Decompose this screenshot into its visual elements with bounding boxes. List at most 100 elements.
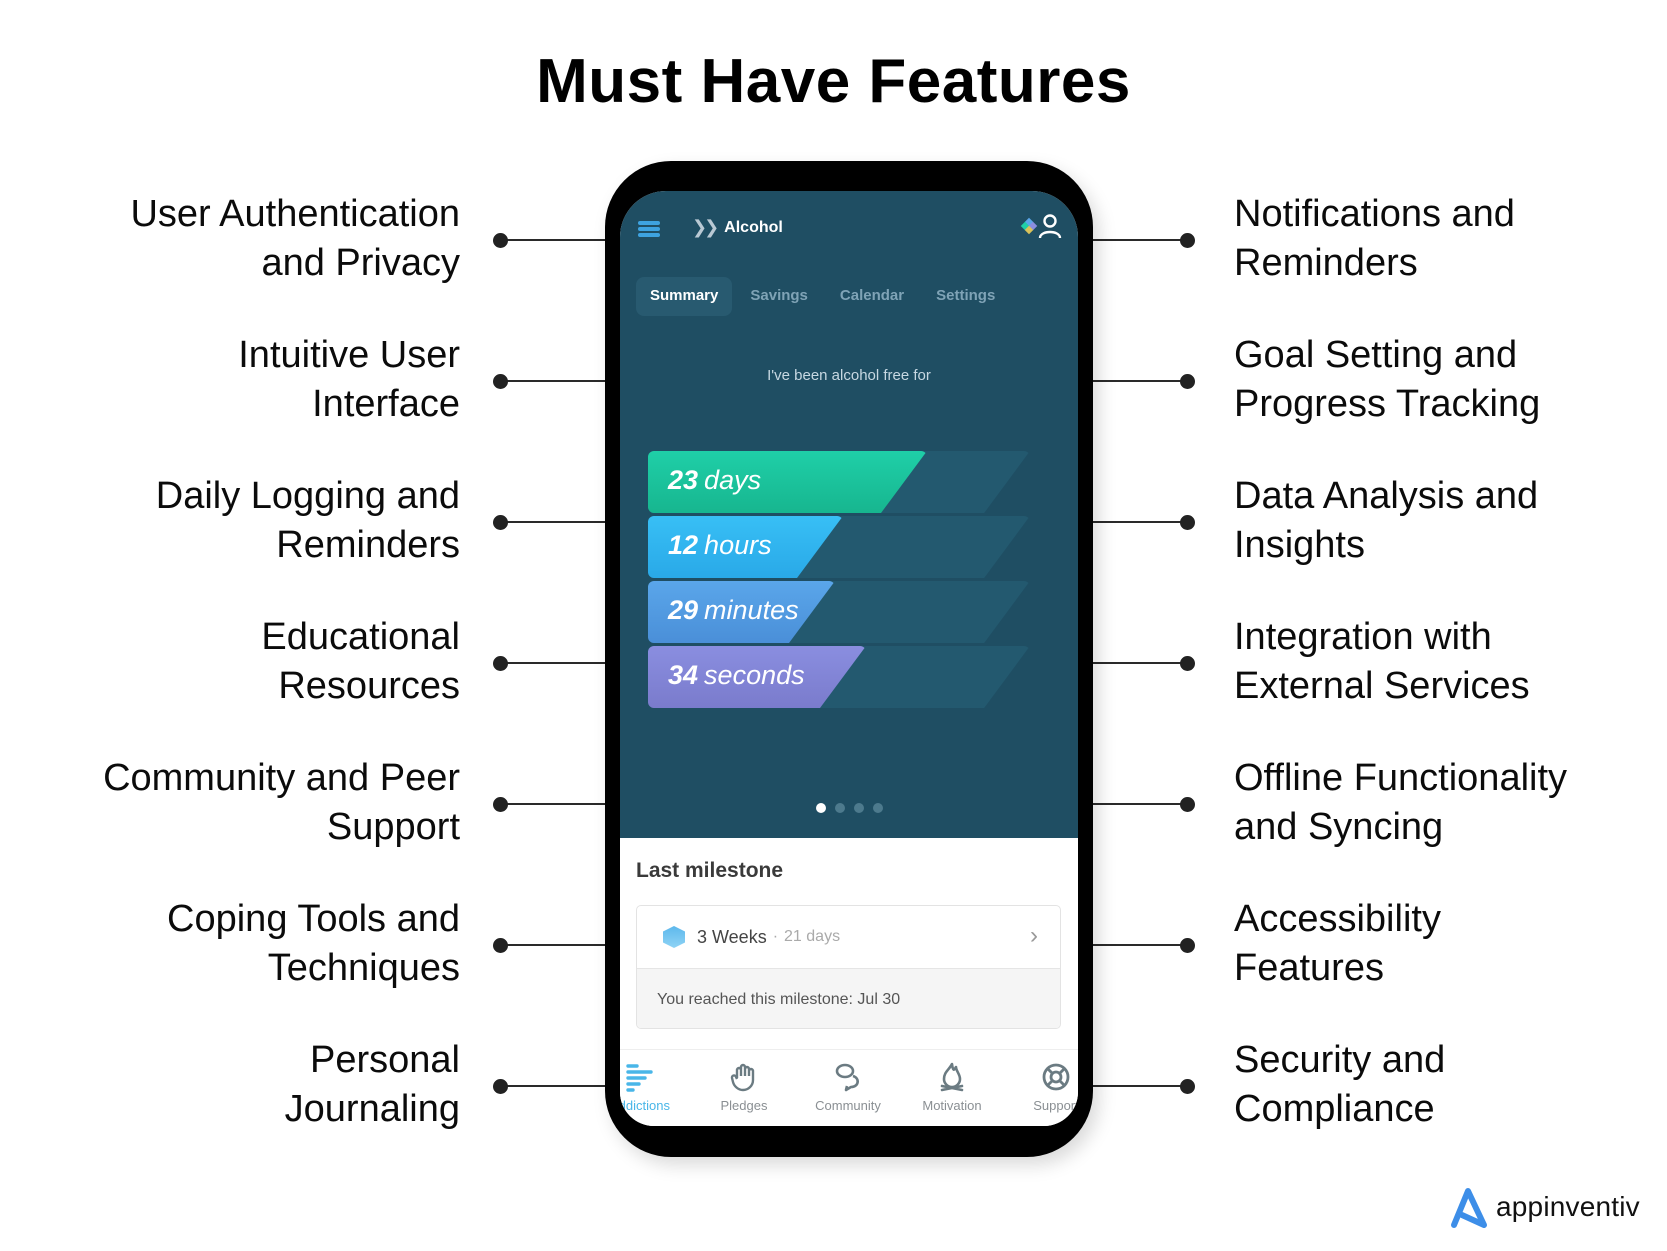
feature-line-2: and Privacy (261, 242, 460, 284)
connector-dot (493, 1079, 508, 1094)
connector-line (500, 380, 618, 382)
connector-dot (493, 374, 508, 389)
feature-line-2: Support (326, 806, 460, 848)
feature-label-left: Educational Resources (261, 613, 460, 711)
feature-line-2: Insights (1234, 524, 1365, 566)
profile-button[interactable] (1020, 213, 1062, 239)
page-indicator (620, 803, 1078, 813)
tab-calendar[interactable]: Calendar (826, 277, 918, 316)
milestone-days: 21 days (784, 928, 841, 945)
nav-motivation[interactable]: Motivation (906, 1050, 998, 1126)
feature-line-2: Features (1234, 947, 1384, 989)
feature-label-left: Personal Journaling (285, 1036, 460, 1134)
milestone-name: 3 Weeks (697, 926, 767, 947)
feature-label-right: Data Analysis and Insights (1234, 472, 1538, 570)
connector-dot (1180, 938, 1195, 953)
connector-dot (1180, 797, 1195, 812)
connector-line (500, 662, 618, 664)
connector-dot (1180, 1079, 1195, 1094)
counter-unit: hours (704, 530, 772, 560)
counter-label: 23 days (668, 465, 761, 496)
page-dot[interactable] (853, 803, 864, 813)
connector-dot (493, 938, 508, 953)
connector-dot (493, 233, 508, 248)
nav-label: Addictions (620, 1098, 670, 1113)
tab-savings[interactable]: Savings (736, 277, 822, 316)
feature-line-1: Data Analysis and (1234, 475, 1539, 517)
feature-line-2: Techniques (267, 947, 460, 989)
feature-label-right: Goal Setting and Progress Tracking (1234, 331, 1540, 429)
menu-icon[interactable] (638, 221, 660, 237)
feature-line-2: Progress Tracking (1234, 383, 1541, 425)
feature-line-1: Goal Setting and (1234, 334, 1518, 376)
tab-bar: Summary Savings Calendar Settings (636, 277, 1009, 316)
feature-line-1: Community and Peer (103, 757, 460, 799)
feature-line-2: External Services (1234, 665, 1530, 707)
user-icon (1038, 214, 1062, 239)
counter-hours: 12 hours (648, 516, 1034, 578)
feature-line-1: Notifications and (1234, 193, 1515, 235)
feature-line-2: Reminders (276, 524, 460, 566)
connector-line (500, 944, 618, 946)
hand-icon (727, 1060, 761, 1094)
nav-addictions[interactable]: Addictions (620, 1050, 686, 1126)
flame-icon (935, 1060, 969, 1094)
nav-support[interactable]: Support (1010, 1050, 1078, 1126)
feature-label-right: Offline Functionality and Syncing (1234, 754, 1567, 852)
milestone-badge-icon (663, 926, 685, 948)
feature-label-right: Integration with External Services (1234, 613, 1530, 711)
page-dot[interactable] (834, 803, 845, 813)
feature-line-1: Coping Tools and (167, 898, 460, 940)
milestone-card[interactable]: 3 Weeks · 21 days › You reached this mil… (636, 905, 1061, 1029)
nav-label: Support (1033, 1098, 1078, 1113)
connector-dot (1180, 374, 1195, 389)
connector-dot (493, 797, 508, 812)
sobriety-counters: 23 days 12 hours 29 minutes 34 seconds (648, 451, 1034, 711)
page-dot[interactable] (872, 803, 883, 813)
phone-mockup: ❯❯ Alcohol Summary Savings Calendar Setting… (605, 161, 1093, 1157)
page-dot[interactable] (815, 803, 826, 813)
header-title: Alcohol (724, 218, 783, 236)
chevron-right-icon: › (1030, 922, 1038, 949)
feature-label-right: Notifications and Reminders (1234, 190, 1515, 288)
feature-line-1: Accessibility (1234, 898, 1441, 940)
connector-line (1080, 521, 1188, 523)
tab-summary[interactable]: Summary (636, 277, 733, 316)
summary-panel: ❯❯ Alcohol Summary Savings Calendar Setting… (620, 191, 1078, 838)
milestone-row[interactable]: 3 Weeks · 21 days › (637, 906, 1060, 968)
double-chevron-right-icon: ❯❯ (692, 217, 719, 237)
feature-line-2: Interface (312, 383, 460, 425)
connector-line (1080, 944, 1188, 946)
connector-line (1080, 803, 1188, 805)
feature-line-2: Resources (278, 665, 460, 707)
feature-label-left: Intuitive User Interface (238, 331, 460, 429)
tab-settings[interactable]: Settings (922, 277, 1009, 316)
counter-value: 23 (668, 465, 699, 495)
appinventiv-logo-icon (1451, 1188, 1487, 1228)
feature-line-1: Intuitive User (238, 334, 460, 376)
phone-screen: ❯❯ Alcohol Summary Savings Calendar Setting… (620, 191, 1078, 1126)
bottom-navigation: Addictions Pledges Community Motivation Supp… (620, 1049, 1078, 1126)
brand-name: appinventiv (1496, 1191, 1640, 1222)
feature-line-2: Reminders (1234, 242, 1418, 284)
header-breadcrumb[interactable]: ❯❯ Alcohol (692, 217, 783, 238)
tagline: I've been alcohol free for (767, 367, 931, 384)
counter-unit: days (704, 465, 762, 495)
connector-line (1080, 662, 1188, 664)
milestone-section-title: Last milestone (636, 859, 784, 882)
nav-community[interactable]: Community (802, 1050, 894, 1126)
feature-line-1: Personal (310, 1039, 460, 1081)
counter-unit: seconds (704, 660, 805, 690)
nav-pledges[interactable]: Pledges (698, 1050, 790, 1126)
connector-line (500, 803, 618, 805)
feature-line-1: Security and (1234, 1039, 1446, 1081)
connector-dot (1180, 515, 1195, 530)
bars-icon (623, 1060, 657, 1094)
connector-line (500, 1085, 618, 1087)
nav-label: Community (815, 1098, 881, 1113)
feature-label-right: Accessibility Features (1234, 895, 1441, 993)
counter-value: 34 (668, 660, 699, 690)
feature-line-2: and Syncing (1234, 806, 1444, 848)
feature-label-left: User Authentication and Privacy (130, 190, 460, 288)
connector-line (500, 239, 618, 241)
